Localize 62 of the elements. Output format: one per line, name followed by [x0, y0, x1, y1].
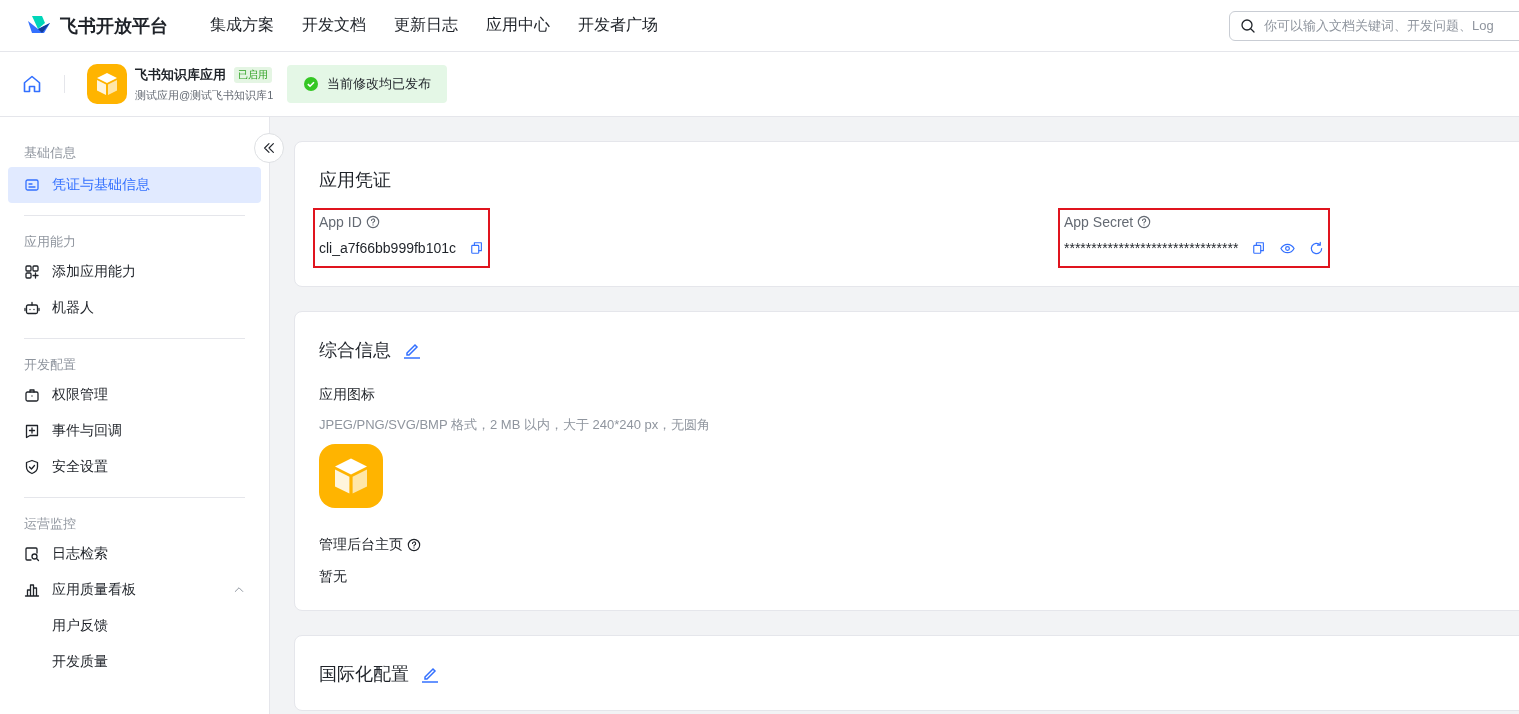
check-circle-icon: [303, 76, 320, 92]
copy-icon: [470, 241, 484, 255]
app-subtitle: 测试应用@测试飞书知识库1: [135, 87, 274, 103]
sidebar-item[interactable]: 凭证与基础信息: [8, 167, 261, 203]
copy-icon: [1252, 241, 1267, 255]
status-badge: 已启用: [234, 66, 272, 83]
help-icon: [1137, 215, 1152, 229]
nav-link[interactable]: 开发者广场: [578, 15, 658, 36]
sidebar-item[interactable]: 机器人: [8, 290, 261, 326]
edit-icon[interactable]: [421, 665, 439, 683]
refresh-icon: [1309, 240, 1325, 256]
sidebar-item[interactable]: 安全设置: [8, 449, 261, 485]
home-icon: [22, 74, 42, 94]
section-title: 运营监控: [24, 515, 77, 533]
sidebar-item[interactable]: 应用质量看板: [8, 572, 261, 608]
document-search-icon: [24, 546, 40, 562]
copy-button[interactable]: [470, 241, 484, 255]
copy-button[interactable]: [1252, 241, 1267, 255]
robot-icon: [24, 300, 40, 316]
collapse-sidebar-button[interactable]: [254, 133, 284, 163]
bar-chart-icon: [24, 582, 40, 598]
brand-name: 飞书开放平台: [60, 14, 168, 38]
hint-text: JPEG/PNG/SVG/BMP 格式，2 MB 以内，大于 240*240 px，无圆角: [319, 416, 712, 434]
field-label: App Secret: [1064, 214, 1134, 230]
section-title: 应用能力: [24, 233, 77, 251]
id-card-icon: [24, 177, 40, 193]
field-label: 管理后台主页: [319, 536, 403, 554]
section-title: 开发配置: [24, 356, 77, 374]
sidebar-item[interactable]: 用户反馈: [8, 608, 261, 644]
card-title: 综合信息: [319, 339, 391, 362]
field-value: cli_a7f66bb999fb101c: [319, 240, 456, 256]
briefcase-icon: [24, 387, 40, 403]
grid-plus-icon: [24, 264, 40, 280]
app-icon: [319, 444, 383, 508]
nav-link[interactable]: 更新日志: [394, 15, 458, 36]
sidebar-item[interactable]: 事件与回调: [8, 413, 261, 449]
field-value: 暂无: [319, 568, 348, 586]
card-title: 国际化配置: [319, 663, 409, 686]
nav-link[interactable]: 开发文档: [302, 15, 366, 36]
home-button[interactable]: [22, 74, 42, 94]
section-title: 基础信息: [23, 144, 77, 162]
nav-link[interactable]: 集成方案: [210, 15, 274, 36]
field-label: 应用图标: [319, 386, 375, 404]
card-title: 应用凭证: [319, 169, 391, 192]
sidebar-item[interactable]: 日志检索: [8, 536, 261, 572]
double-chevron-left-icon: [262, 141, 276, 155]
search-field[interactable]: 你可以输入文档关键词、开发问题、Log: [1229, 10, 1519, 41]
search-icon: [1240, 17, 1256, 34]
help-icon: [365, 215, 380, 229]
reset-secret-button[interactable]: [1309, 240, 1325, 256]
field-value: ********************************: [1064, 240, 1239, 256]
sidebar-item[interactable]: 开发质量: [8, 644, 261, 680]
app-name: 飞书知识库应用: [135, 65, 226, 84]
publish-status-banner: 当前修改均已发布: [287, 65, 448, 103]
sidebar-item[interactable]: 添加应用能力: [8, 254, 261, 290]
app-icon: [87, 64, 127, 104]
shield-check-icon: [24, 459, 40, 475]
help-icon: [407, 538, 421, 552]
field-label: App ID: [319, 214, 362, 230]
edit-icon[interactable]: [403, 341, 421, 359]
nav-link[interactable]: 应用中心: [486, 15, 550, 36]
sidebar-item[interactable]: 权限管理: [8, 377, 261, 413]
